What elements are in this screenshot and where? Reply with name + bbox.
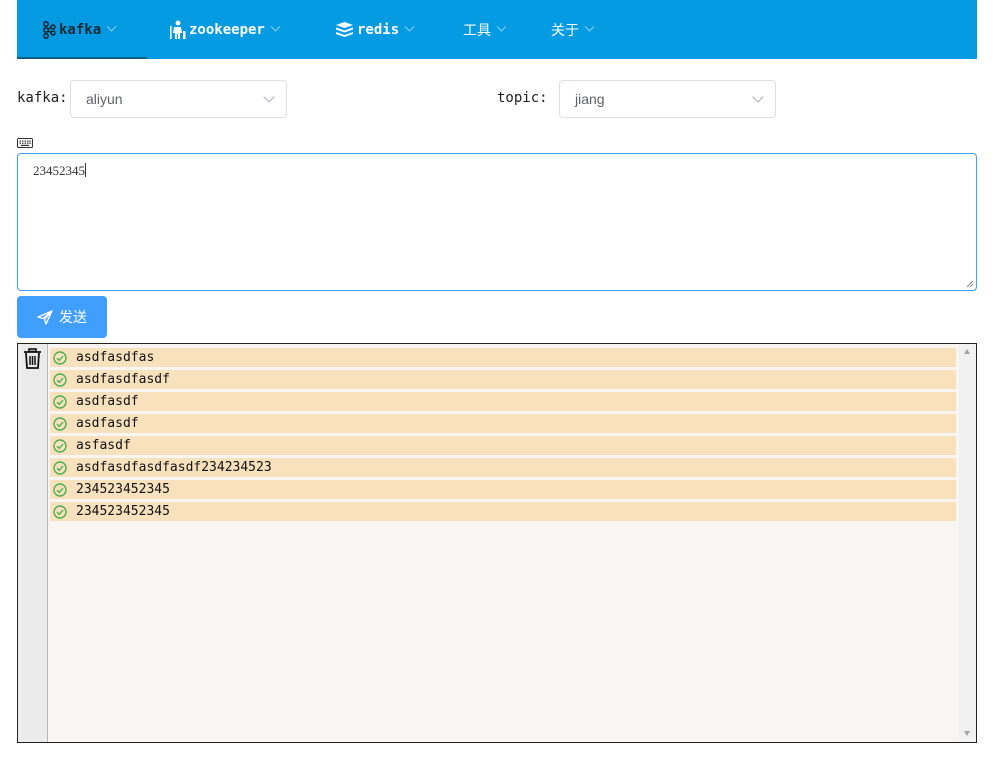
log-message-text: asdfasdf	[76, 416, 139, 431]
chevron-down-icon	[404, 21, 415, 32]
keyboard-icon[interactable]	[17, 136, 33, 154]
log-row: asdfasdfasdf	[50, 370, 956, 389]
zookeeper-icon	[169, 20, 186, 40]
kafka-select-value: aliyun	[86, 91, 123, 107]
nav-label-tools: 工具	[463, 21, 491, 38]
check-circle-icon	[53, 372, 67, 387]
topic-label: topic:	[497, 90, 548, 106]
message-log-list: asdfasdfas asdfasdfasdf asdfasdf asdfasd…	[50, 348, 956, 524]
check-circle-icon	[53, 504, 67, 519]
chevron-down-icon	[752, 91, 764, 103]
send-button-label: 发送	[59, 309, 87, 325]
log-row: asdfasdf	[50, 414, 956, 433]
log-row: asfasdf	[50, 436, 956, 455]
log-message-text: asdfasdfasdf	[76, 372, 170, 387]
log-message-text: asfasdf	[76, 438, 131, 453]
log-gutter	[18, 344, 48, 742]
log-row: 234523452345	[50, 502, 956, 521]
trash-icon[interactable]	[23, 348, 42, 374]
scroll-down-arrow-icon[interactable]	[964, 731, 970, 736]
check-circle-icon	[53, 416, 67, 431]
chevron-down-icon	[584, 21, 595, 32]
topic-select[interactable]: jiang	[559, 80, 776, 118]
log-message-text: asdfasdfasdfasdf234234523	[76, 460, 272, 475]
topic-select-value: jiang	[575, 91, 605, 107]
nav-label-about: 关于	[551, 21, 579, 38]
log-scrollbar[interactable]	[959, 344, 976, 742]
message-text: 23452345	[33, 163, 85, 178]
log-message-text: 234523452345	[76, 504, 170, 519]
log-row: asdfasdf	[50, 392, 956, 411]
check-circle-icon	[53, 438, 67, 453]
log-message-text: 234523452345	[76, 482, 170, 497]
nav-item-about[interactable]: 关于	[551, 0, 595, 59]
chevron-down-icon	[270, 21, 281, 32]
check-circle-icon	[53, 350, 67, 365]
nav-label-redis: redis	[357, 21, 400, 38]
active-tab-indicator	[17, 57, 147, 59]
log-message-text: asdfasdf	[76, 394, 139, 409]
kafka-label: kafka:	[17, 90, 68, 106]
top-navbar: kafka zookeeper redis 工具 关于	[17, 0, 977, 59]
nav-label-zookeeper: zookeeper	[189, 21, 265, 38]
nav-item-redis[interactable]: redis	[335, 0, 415, 59]
kafka-select[interactable]: aliyun	[70, 80, 287, 118]
text-caret	[85, 163, 86, 177]
nav-item-kafka[interactable]: kafka	[17, 0, 147, 59]
message-log-panel: asdfasdfas asdfasdfasdf asdfasdf asdfasd…	[17, 343, 977, 743]
log-row: 234523452345	[50, 480, 956, 499]
nav-item-tools[interactable]: 工具	[463, 0, 507, 59]
paper-plane-icon	[37, 309, 59, 325]
chevron-down-icon	[496, 21, 507, 32]
nav-label-kafka: kafka	[59, 21, 102, 38]
check-circle-icon	[53, 394, 67, 409]
send-button[interactable]: 发送	[17, 296, 107, 338]
kafka-icon	[42, 20, 56, 39]
chevron-down-icon	[263, 91, 275, 103]
message-textarea[interactable]: 23452345	[17, 153, 977, 291]
scroll-up-arrow-icon[interactable]	[964, 349, 970, 354]
chevron-down-icon	[106, 21, 117, 32]
check-circle-icon	[53, 482, 67, 497]
check-circle-icon	[53, 460, 67, 475]
log-row: asdfasdfasdfasdf234234523	[50, 458, 956, 477]
log-message-text: asdfasdfas	[76, 350, 155, 365]
nav-item-zookeeper[interactable]: zookeeper	[169, 0, 281, 59]
log-row: asdfasdfas	[50, 348, 956, 367]
resize-grip-icon[interactable]	[966, 280, 974, 288]
redis-icon	[335, 21, 354, 38]
